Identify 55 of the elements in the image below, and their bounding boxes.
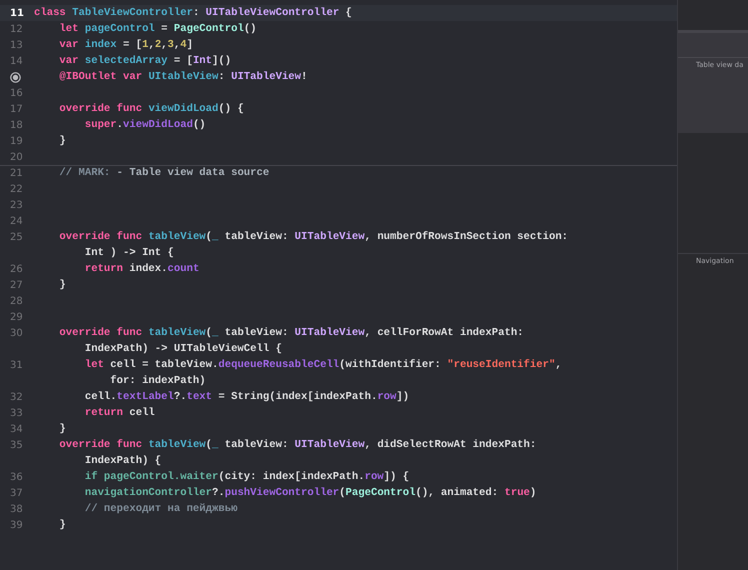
code-line: var selectedArray = [Int](): [58, 55, 232, 67]
line-number: 17: [10, 104, 23, 114]
line-number: 19: [10, 136, 23, 146]
line-number: 12: [10, 24, 23, 34]
code-line: navigationController?.pushViewController(PageControl(), animated: true): [84, 487, 536, 499]
code-line: let pageControl = PageControl(): [58, 23, 257, 35]
code-line: // переходит на пейджвью: [84, 503, 238, 515]
code-line: @IBOutlet var UItableView: UITableView!: [58, 71, 308, 83]
line-number: 38: [10, 504, 23, 514]
line-number: 39: [10, 520, 23, 530]
line-number: 13: [10, 40, 23, 50]
line-number: 16: [10, 88, 23, 98]
code-line: IndexPath) -> UITableViewCell {: [84, 343, 282, 355]
line-number: 29: [10, 312, 23, 322]
code-line: Int ) -> Int {: [84, 247, 174, 259]
line-number: 31: [10, 360, 23, 370]
line-number: 35: [10, 440, 23, 450]
code-line: }: [58, 423, 66, 435]
line-number: 24: [10, 216, 23, 226]
line-number: 21: [10, 168, 23, 178]
line-number: 33: [10, 408, 23, 418]
code-line: IndexPath) {: [84, 455, 162, 467]
code-line: var index = [1,2,3,4]: [58, 39, 193, 51]
line-number: 23: [10, 200, 23, 210]
code-line: cell.textLabel?.text = String(index[indexPath.row]): [84, 391, 410, 403]
line-number: 14: [10, 56, 23, 66]
code-line: let cell = tableView.dequeueReusableCell(withIdentifier: "reuseIdentifier",: [84, 359, 562, 371]
line-number: 22: [10, 184, 23, 194]
line-number: 18: [10, 120, 23, 130]
code-line: }: [58, 519, 66, 531]
code-line: if pageControl.waiter(city: index[indexPath.row]) {: [84, 471, 410, 483]
line-number: 37: [10, 488, 23, 498]
line-number: 27: [10, 280, 23, 290]
line-number: 30: [10, 328, 23, 338]
line-number: 32: [10, 392, 23, 402]
code-line: override func viewDidLoad() {: [58, 103, 244, 115]
line-number: 34: [10, 424, 23, 434]
code-line: }: [58, 135, 66, 147]
code-line: class TableViewController: UITableViewController {: [34, 7, 352, 19]
code-line: super.viewDidLoad(): [84, 119, 206, 131]
line-number: 36: [10, 472, 23, 482]
code-line: return cell: [84, 407, 155, 419]
connected-outlet-icon: [10, 72, 21, 82]
code-line: for: indexPath): [109, 375, 206, 387]
line-number: 11: [10, 8, 24, 18]
line-number: 20: [10, 152, 23, 162]
code-line: }: [58, 279, 66, 291]
code-line: override func tableView(_ tableView: UITableView, cellForRowAt indexPath:: [58, 327, 524, 339]
code-line: return index.count: [84, 263, 200, 275]
code-line: override func tableView(_ tableView: UITableView, numberOfRowsInSection section:: [58, 231, 568, 243]
code-line: // MARK: - Table view data source: [58, 167, 270, 179]
code-line: override func tableView(_ tableView: UITableView, didSelectRowAt indexPath:: [58, 439, 536, 451]
line-number: 26: [10, 264, 23, 274]
line-number: 25: [10, 232, 23, 242]
line-number: 28: [10, 296, 23, 306]
